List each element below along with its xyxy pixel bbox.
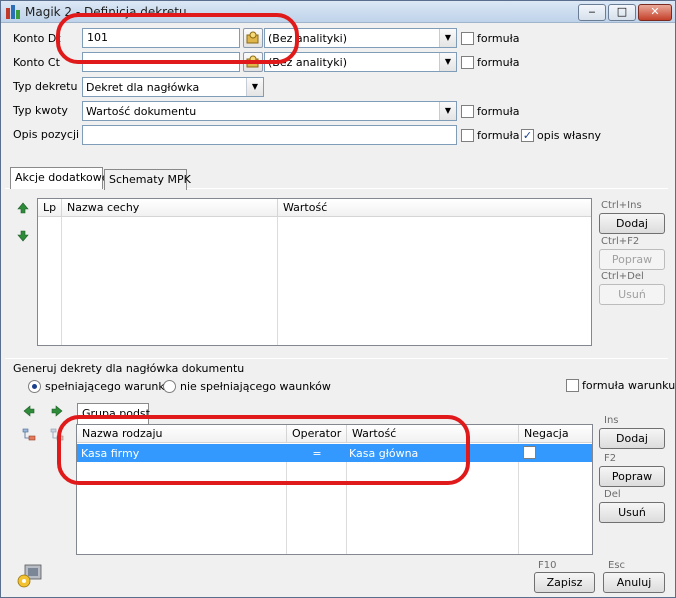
cancel-hotkey: Esc [608, 560, 626, 571]
opis-formula-label: formuła [477, 129, 520, 142]
konto-ct-analytics-value: (Bez analityki) [268, 56, 347, 69]
konto-dt-label: Konto Dt [13, 32, 61, 45]
lookup-icon [246, 31, 259, 44]
chevron-down-icon: ▼ [439, 102, 456, 120]
konto-ct-label: Konto Ct [13, 56, 60, 69]
konto-dt-formula-checkbox[interactable] [461, 32, 474, 45]
group-divider [5, 358, 668, 359]
cond-edit-hotkey: F2 [604, 453, 617, 464]
app-icon [5, 4, 21, 20]
konto-ct-input[interactable] [82, 52, 240, 72]
arrow-right-icon[interactable] [51, 405, 63, 420]
row-nazwa-cell: Kasa firmy [81, 447, 140, 460]
konto-ct-formula-checkbox[interactable] [461, 56, 474, 69]
tab-grupa-podst[interactable]: Grupa podst. [77, 403, 153, 425]
tab-akcje-dodatkowe[interactable]: Akcje dodatkowe [10, 167, 108, 189]
cond-delete-hotkey: Del [604, 489, 621, 500]
typ-kwoty-select[interactable]: Wartość dokumentu ▼ [82, 101, 457, 121]
grid-divider [346, 462, 347, 554]
attr-delete-button[interactable]: Usuń [599, 284, 665, 305]
radio-not-meeting-label: nie spełniającego waunków [180, 380, 331, 393]
cond-edit-button[interactable]: Popraw [599, 466, 665, 487]
row-wartosc-cell: Kasa główna [349, 447, 419, 460]
generate-group-label: Generuj dekrety dla nagłówka dokumentu [13, 362, 245, 375]
formula-warunku-label: formuła warunku [582, 379, 676, 392]
opis-wlasny-checkbox[interactable]: ✓ [521, 129, 534, 142]
cancel-button[interactable]: Anuluj [603, 572, 665, 593]
konto-dt-analytics-value: (Bez analityki) [268, 32, 347, 45]
typ-dekretu-value: Dekret dla nagłówka [86, 81, 200, 94]
tree-icon[interactable] [22, 428, 36, 445]
settings-key-icon[interactable] [15, 563, 45, 592]
opis-wlasny-label: opis własny [537, 129, 602, 142]
konto-dt-formula-label: formuła [477, 32, 520, 45]
radio-meeting-conditions[interactable] [28, 380, 41, 393]
save-hotkey: F10 [538, 560, 557, 571]
typ-kwoty-formula-checkbox[interactable] [461, 105, 474, 118]
cond-delete-button[interactable]: Usuń [599, 502, 665, 523]
window-title: Magik 2 - Definicja dekretu [25, 5, 187, 19]
column-header-lp[interactable]: Lp [38, 199, 62, 217]
typ-kwoty-value: Wartość dokumentu [86, 105, 197, 118]
attributes-grid[interactable]: Lp Nazwa cechy Wartość [37, 198, 592, 346]
attr-edit-button[interactable]: Popraw [599, 249, 665, 270]
konto-dt-input[interactable]: 101 [82, 28, 240, 48]
title-bar: Magik 2 - Definicja dekretu ‒ □ ✕ [1, 1, 675, 23]
typ-dekretu-select[interactable]: Dekret dla nagłówka ▼ [82, 77, 264, 97]
attr-add-button[interactable]: Dodaj [599, 213, 665, 234]
typ-dekretu-label: Typ dekretu [13, 80, 78, 93]
maximize-button[interactable]: □ [608, 4, 636, 21]
dialog-window: Magik 2 - Definicja dekretu ‒ □ ✕ Konto … [0, 0, 676, 598]
minimize-button[interactable]: ‒ [578, 4, 606, 21]
formula-warunku-checkbox[interactable] [566, 379, 579, 392]
konto-ct-lookup-button[interactable] [243, 52, 263, 72]
grid-divider [518, 462, 519, 554]
opis-formula-checkbox[interactable] [461, 129, 474, 142]
cond-add-hotkey: Ins [604, 415, 619, 426]
lookup-icon [246, 55, 259, 68]
column-header-negacja[interactable]: Negacja [519, 425, 592, 443]
konto-dt-lookup-button[interactable] [243, 28, 263, 48]
column-header-wartosc[interactable]: Wartość [347, 425, 519, 443]
arrow-up-icon[interactable] [17, 202, 29, 217]
column-header-nazwa-rodzaju[interactable]: Nazwa rodzaju [77, 425, 287, 443]
table-row[interactable]: Kasa firmy = Kasa główna [77, 444, 592, 462]
tab-schematy-mpk[interactable]: Schematy MPK [104, 169, 191, 190]
konto-dt-analytics-select[interactable]: (Bez analityki) ▼ [264, 28, 457, 48]
opis-pozycji-label: Opis pozycji [13, 128, 80, 141]
typ-kwoty-formula-label: formuła [477, 105, 520, 118]
column-header-wartosc[interactable]: Wartość [278, 199, 591, 217]
chevron-down-icon: ▼ [246, 78, 263, 96]
grid-divider [277, 217, 278, 345]
arrow-left-icon[interactable] [23, 405, 35, 420]
close-button[interactable]: ✕ [638, 4, 672, 21]
konto-ct-analytics-select[interactable]: (Bez analityki) ▼ [264, 52, 457, 72]
konto-ct-formula-label: formuła [477, 56, 520, 69]
opis-pozycji-input[interactable] [82, 125, 457, 145]
row-operator-cell: = [312, 447, 322, 460]
typ-kwoty-label: Typ kwoty [13, 104, 68, 117]
column-header-operator[interactable]: Operator [287, 425, 347, 443]
conditions-grid[interactable]: Nazwa rodzaju Operator Wartość Negacja K… [76, 424, 593, 555]
chevron-down-icon: ▼ [439, 53, 456, 71]
grid-divider [61, 217, 62, 345]
grid-divider [286, 462, 287, 554]
radio-not-meeting-conditions[interactable] [163, 380, 176, 393]
attr-add-hotkey: Ctrl+Ins [601, 200, 642, 211]
cond-add-button[interactable]: Dodaj [599, 428, 665, 449]
chevron-down-icon: ▼ [439, 29, 456, 47]
attr-delete-hotkey: Ctrl+Del [601, 271, 644, 282]
column-header-nazwa-cechy[interactable]: Nazwa cechy [62, 199, 278, 217]
tree-icon[interactable] [50, 428, 64, 445]
radio-meeting-label: spełniającego warunki [45, 380, 168, 393]
attr-edit-hotkey: Ctrl+F2 [601, 236, 640, 247]
arrow-down-icon[interactable] [17, 230, 29, 245]
save-button[interactable]: Zapisz [534, 572, 595, 593]
row-negacja-checkbox[interactable] [523, 446, 536, 459]
